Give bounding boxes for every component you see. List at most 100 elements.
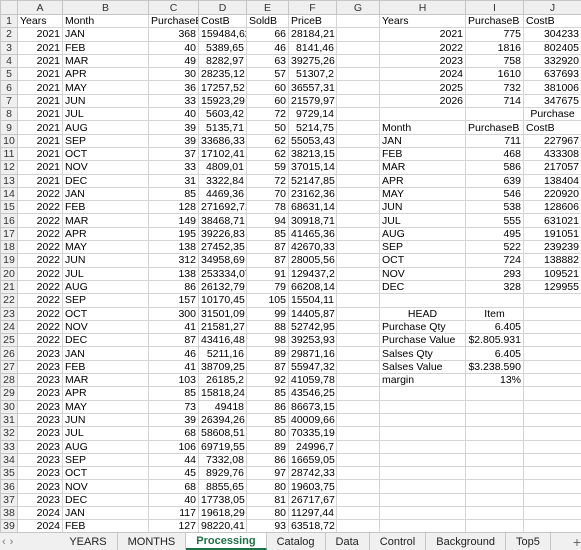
cell-e25[interactable]: 98 (246, 333, 289, 348)
cell-e20[interactable]: 91 (246, 266, 289, 281)
cell-g24[interactable] (336, 319, 380, 335)
cell-g10[interactable] (336, 133, 380, 148)
cell-i12[interactable]: 586 (465, 160, 524, 175)
cell-e12[interactable]: 59 (246, 160, 289, 175)
cell-i6[interactable]: 732 (465, 80, 524, 95)
cell-d27[interactable]: 38709,25 (198, 359, 247, 375)
cell-h39[interactable] (379, 519, 466, 532)
cell-h19[interactable]: OCT (379, 253, 466, 268)
cell-b24[interactable]: NOV (62, 319, 149, 335)
cell-c5[interactable]: 30 (148, 67, 199, 82)
cell-i23[interactable]: Item (465, 306, 524, 321)
cell-e7[interactable]: 60 (246, 93, 289, 109)
cell-i27[interactable]: $3.238.590 (465, 359, 524, 375)
cell-i14[interactable]: 546 (465, 186, 524, 202)
row-header[interactable]: 10 (0, 133, 18, 148)
cell-j28[interactable] (523, 373, 581, 388)
cell-h36[interactable] (379, 479, 466, 494)
cell-f20[interactable]: 129437,2 (288, 266, 337, 281)
cell-c9[interactable]: 39 (148, 120, 199, 135)
column-header-a[interactable]: A (17, 0, 63, 15)
row-header[interactable]: 16 (0, 213, 18, 228)
cell-g8[interactable] (336, 107, 380, 122)
cell-c25[interactable]: 87 (148, 333, 199, 348)
cell-d9[interactable]: 5135,71 (198, 120, 247, 135)
cell-j23[interactable] (523, 306, 581, 321)
cell-a38[interactable]: 2024 (17, 505, 63, 521)
cell-g17[interactable] (336, 226, 380, 242)
cell-i1[interactable]: PurchaseB (465, 13, 524, 29)
cell-j39[interactable] (523, 519, 581, 532)
cell-i8[interactable] (465, 107, 524, 122)
cell-c3[interactable]: 40 (148, 40, 199, 55)
cell-c28[interactable]: 103 (148, 373, 199, 388)
cell-c15[interactable]: 128 (148, 200, 199, 215)
cell-d15[interactable]: 271692,71 (198, 200, 247, 215)
cell-a1[interactable]: Years (17, 13, 63, 29)
cell-e29[interactable]: 85 (246, 386, 289, 401)
row-header[interactable]: 7 (0, 93, 18, 109)
cell-j12[interactable]: 217057 (523, 160, 581, 175)
cell-g7[interactable] (336, 93, 380, 109)
cell-e39[interactable]: 93 (246, 519, 289, 532)
cell-g12[interactable] (336, 160, 380, 175)
cell-g34[interactable] (336, 452, 380, 468)
cell-a14[interactable]: 2022 (17, 186, 63, 202)
cell-b34[interactable]: SEP (62, 452, 149, 468)
cell-c12[interactable]: 33 (148, 160, 199, 175)
cell-d21[interactable]: 26132,79 (198, 279, 247, 295)
cell-c8[interactable]: 40 (148, 107, 199, 122)
cell-j6[interactable]: 381006 (523, 80, 581, 95)
cell-h11[interactable]: FEB (379, 146, 466, 162)
cell-h30[interactable] (379, 399, 466, 414)
cell-j25[interactable] (523, 333, 581, 348)
cell-b1[interactable]: Month (62, 13, 149, 29)
row-header[interactable]: 23 (0, 306, 18, 321)
cell-d12[interactable]: 4809,01 (198, 160, 247, 175)
cell-f23[interactable]: 14405,87 (288, 306, 337, 321)
cell-g16[interactable] (336, 213, 380, 228)
cell-f8[interactable]: 9729,14 (288, 107, 337, 122)
cell-j33[interactable] (523, 439, 581, 454)
cell-d11[interactable]: 17102,41 (198, 146, 247, 162)
cell-j31[interactable] (523, 412, 581, 428)
cell-a33[interactable]: 2023 (17, 439, 63, 454)
cell-i33[interactable] (465, 439, 524, 454)
cell-i16[interactable]: 555 (465, 213, 524, 228)
row-header[interactable]: 2 (0, 27, 18, 42)
cell-c20[interactable]: 138 (148, 266, 199, 281)
row-header[interactable]: 13 (0, 173, 18, 188)
cell-f34[interactable]: 16659,05 (288, 452, 337, 468)
cell-a23[interactable]: 2022 (17, 306, 63, 321)
cell-f31[interactable]: 40009,66 (288, 412, 337, 428)
cell-i2[interactable]: 775 (465, 27, 524, 42)
cell-f32[interactable]: 70335,19 (288, 426, 337, 441)
cell-h15[interactable]: JUN (379, 200, 466, 215)
row-header[interactable]: 27 (0, 359, 18, 375)
cell-g25[interactable] (336, 333, 380, 348)
cell-d30[interactable]: 49418 (198, 399, 247, 414)
cell-e37[interactable]: 81 (246, 492, 289, 507)
cell-e28[interactable]: 92 (246, 373, 289, 388)
scroll-tabs-right-icon[interactable]: › (8, 536, 16, 548)
cell-d4[interactable]: 8282,97 (198, 53, 247, 69)
cell-f28[interactable]: 41059,78 (288, 373, 337, 388)
cell-j2[interactable]: 304233 (523, 27, 581, 42)
cell-a27[interactable]: 2023 (17, 359, 63, 375)
cell-d5[interactable]: 28235,12 (198, 67, 247, 82)
cell-b15[interactable]: FEB (62, 200, 149, 215)
cell-a17[interactable]: 2022 (17, 226, 63, 242)
tab-top5[interactable]: Top5 (506, 533, 551, 550)
row-header[interactable]: 39 (0, 519, 18, 532)
cell-i20[interactable]: 293 (465, 266, 524, 281)
column-header-g[interactable]: G (336, 0, 380, 15)
cell-a24[interactable]: 2022 (17, 319, 63, 335)
cell-c7[interactable]: 33 (148, 93, 199, 109)
row-header[interactable]: 18 (0, 240, 18, 255)
cell-i35[interactable] (465, 466, 524, 481)
cell-f29[interactable]: 43546,25 (288, 386, 337, 401)
cell-i17[interactable]: 495 (465, 226, 524, 242)
cell-j10[interactable]: 227967 (523, 133, 581, 148)
cell-f2[interactable]: 28184,21 (288, 27, 337, 42)
cell-h26[interactable]: Salses Qty (379, 346, 466, 361)
